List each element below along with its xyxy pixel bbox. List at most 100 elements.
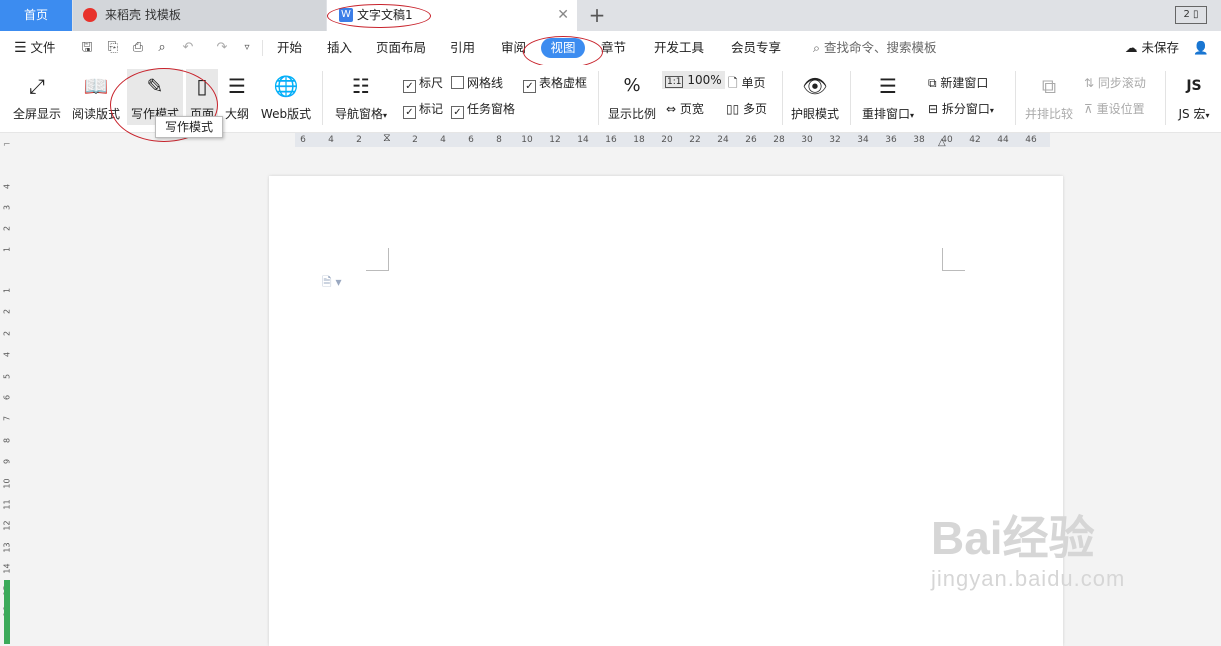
ruler-check-icon: ✓	[403, 80, 416, 93]
sync-scroll-button[interactable]: ⇅ 同步滚动	[1084, 74, 1146, 91]
tab-developer[interactable]: 开发工具	[654, 31, 704, 65]
gridlines-check-icon	[451, 76, 464, 89]
multi-page-button[interactable]: ▯▯ 多页	[726, 100, 767, 117]
zoom-100-button[interactable]: 1:1 100%	[662, 71, 725, 89]
ruler-checkbox[interactable]: ✓ 标尺	[403, 74, 443, 93]
js-macro-icon: JS	[1186, 78, 1202, 94]
tab-start[interactable]: 开始	[277, 31, 302, 65]
outline-label: 大纲	[224, 107, 249, 121]
marks-check-icon: ✓	[403, 106, 416, 119]
ruler-tick: 20	[661, 135, 673, 145]
page-width-button[interactable]: ⇔ 页宽	[666, 100, 704, 117]
unsaved-status[interactable]: ☁ 未保存	[1125, 31, 1179, 65]
macro-button[interactable]: JS JS 宏▾	[1172, 73, 1216, 122]
web-layout-button[interactable]: 🌐 Web版式	[258, 73, 314, 122]
ruler-corner-icon: ⌐	[3, 140, 11, 150]
ruler-tick: 4	[2, 183, 12, 190]
tab-insert[interactable]: 插入	[327, 31, 352, 65]
compare-icon: ⧉	[1041, 74, 1057, 98]
divider	[262, 40, 263, 56]
new-window-label: 新建窗口	[940, 76, 989, 90]
ruler-tick: 8	[496, 135, 502, 145]
menu-bar: ☰ 文件 🖫 ⎘ ⎙ ⌕ ↶ ↷ ▿ 开始 插入 页面布局 引用 审阅 视图 章…	[0, 31, 1221, 89]
new-tab-button[interactable]: +	[587, 2, 607, 28]
reset-position-button[interactable]: ⊼ 重设位置	[1084, 100, 1145, 117]
watermark-brand: Bai经验	[931, 512, 1095, 564]
new-window-button[interactable]: ⧉ 新建窗口	[928, 74, 988, 91]
sync-scroll-icon: ⇅	[1084, 76, 1095, 90]
multi-page-label: 多页	[743, 102, 768, 116]
export-pdf-icon[interactable]: ⎘	[104, 39, 122, 57]
ruler-tick: 26	[745, 135, 757, 145]
print-icon[interactable]: ⎙	[129, 39, 147, 57]
tab-docer[interactable]: 来稻壳 找模板	[73, 0, 326, 31]
divider	[598, 71, 599, 125]
arrange-icon: ☰	[879, 74, 897, 98]
divider	[850, 71, 851, 125]
page-width-icon: ⇔	[666, 102, 677, 116]
print-preview-icon[interactable]: ⌕	[153, 39, 171, 57]
ruler-tick: 38	[913, 135, 925, 145]
ruler-tick: 34	[857, 135, 869, 145]
close-tab-icon[interactable]: ✕	[557, 0, 569, 31]
ruler-tick: 22	[689, 135, 701, 145]
divider	[782, 71, 783, 125]
tab-page-layout[interactable]: 页面布局	[376, 31, 426, 65]
ruler-tick: 13	[2, 542, 12, 553]
task-pane-checkbox[interactable]: ✓ 任务窗格	[451, 100, 515, 119]
vertical-ruler: 432112245678910111213141516	[0, 180, 14, 644]
outline-button[interactable]: ☰ 大纲	[222, 73, 252, 122]
tab-chapter[interactable]: 章节	[601, 31, 626, 65]
zoom-value: 100%	[687, 73, 722, 87]
ruler-tick: 5	[2, 373, 12, 379]
ratio-icon: 1:1	[665, 76, 684, 88]
fullscreen-label: 全屏显示	[12, 107, 61, 121]
indent-marker-icon: ⧖	[383, 131, 391, 144]
zoom-icon: %	[623, 75, 641, 96]
right-indent-marker-icon: △	[938, 137, 946, 148]
window-switch-button[interactable]: 2 ▯	[1175, 6, 1207, 24]
undo-icon[interactable]: ↶	[179, 39, 197, 57]
paragraph-options-icon[interactable]: 🗎 ▾	[322, 273, 342, 294]
vertical-ruler-highlight	[4, 580, 10, 644]
unsaved-label: 未保存	[1141, 40, 1179, 55]
single-page-button[interactable]: 🗋 单页	[728, 74, 766, 95]
horizontal-ruler: 6 4 2 2 4 6 8 10 12 14 16 18 20 22 24 26 28 30 32 34 36 38 40 4…	[295, 133, 1050, 147]
side-by-side-button[interactable]: ⧉ 并排比较	[1022, 73, 1076, 122]
split-window-button[interactable]: ⊟ 拆分窗口▾	[928, 100, 994, 117]
eye-mode-button[interactable]: 👁 护眼模式	[788, 73, 842, 122]
ruler-tick: 2	[2, 330, 12, 336]
table-border-checkbox[interactable]: ✓ 表格虚框	[523, 74, 587, 93]
ruler-tick: 24	[717, 135, 729, 145]
ruler-tick: 36	[885, 135, 897, 145]
quick-access-dropdown-icon[interactable]: ▿	[238, 39, 256, 57]
tab-home[interactable]: 首页	[0, 0, 72, 31]
ruler-tick: 2	[412, 135, 418, 145]
eye-mode-label: 护眼模式	[790, 107, 839, 121]
zoom-button[interactable]: % 显示比例	[606, 73, 658, 122]
arrange-windows-button[interactable]: ☰ 重排窗口▾	[858, 73, 918, 122]
tab-membership[interactable]: 会员专享	[731, 31, 781, 65]
macro-label: JS 宏	[1178, 107, 1206, 121]
nav-pane-button[interactable]: ☷ 导航窗格▾	[330, 73, 392, 122]
page-width-label: 页宽	[679, 102, 704, 116]
nav-pane-label: 导航窗格	[334, 107, 383, 121]
redo-icon[interactable]: ↷	[213, 39, 231, 57]
ruler-tick: 30	[801, 135, 813, 145]
multi-page-icon: ▯▯	[726, 102, 740, 116]
ruler-tick: 9	[2, 459, 12, 465]
file-menu-label: 文件	[30, 40, 56, 55]
fullscreen-button[interactable]: ⤢ 全屏显示	[10, 73, 64, 122]
ruler-tick: 1	[2, 246, 12, 253]
collaborate-button[interactable]: 👤协	[1193, 31, 1221, 89]
ruler-tick: 4	[328, 135, 334, 145]
tab-bar: 首页 来稻壳 找模板 W 文字文稿1 ✕ + 2 ▯	[0, 0, 1221, 31]
gridlines-checkbox[interactable]: 网格线	[451, 74, 503, 91]
save-icon[interactable]: 🖫	[78, 39, 96, 57]
tab-review[interactable]: 审阅	[501, 31, 526, 65]
zoom-label: 显示比例	[607, 107, 656, 121]
file-menu[interactable]: ☰ 文件	[14, 31, 56, 65]
marks-checkbox[interactable]: ✓ 标记	[403, 100, 443, 119]
command-search[interactable]: ⌕ 查找命令、搜索模板	[813, 31, 937, 65]
tab-references[interactable]: 引用	[450, 31, 475, 65]
